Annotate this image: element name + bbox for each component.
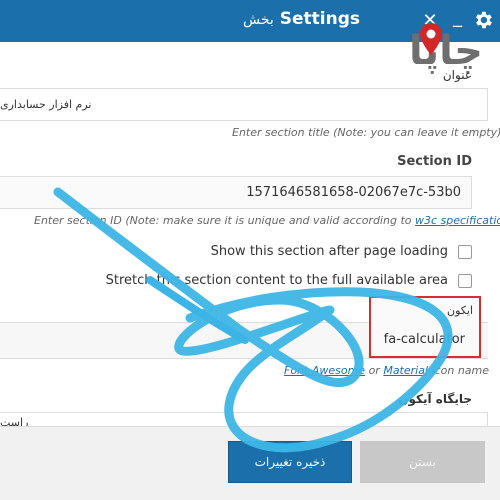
title-input-value: نرم افزار حسابداری [0, 98, 92, 111]
close-button[interactable]: بستن [360, 441, 485, 483]
stretch-content-label: Stretch this section content to the full… [105, 273, 448, 288]
title-input[interactable]: نرم افزار حسابداری [0, 88, 488, 121]
stretch-content-row: Stretch this section content to the full… [106, 273, 472, 288]
section-id-input[interactable]: 1571646581658-02067e7c-53b0 [0, 176, 472, 209]
dialog-title-fa: بخش [243, 12, 274, 28]
stretch-content-checkbox[interactable] [458, 273, 472, 288]
title-label: عنوان [442, 68, 472, 82]
dialog-title: بخش Settings [237, 9, 360, 29]
icon-position-label: جایگاه آیکون [398, 392, 472, 406]
icon-input-value: fa-calculator [383, 332, 465, 347]
save-changes-button[interactable]: ذخیره تغییرات [228, 441, 352, 483]
font-awesome-link[interactable]: Font Awesome [284, 364, 365, 377]
dialog-footer: ذخیره تغییرات بستن [0, 426, 500, 500]
icon-label: ایکون [447, 304, 473, 317]
icon-input[interactable]: ایکون fa-calculator [369, 296, 481, 358]
section-id-help: Enter section ID (Note: make sure it is … [34, 214, 500, 227]
material-link[interactable]: Material [383, 364, 428, 377]
icon-field-wrap: ایکون fa-calculator [0, 296, 488, 359]
show-after-loading-label: Show this section after page loading [210, 244, 448, 259]
icon-help-or: or [365, 364, 384, 377]
section-id-help-text: Enter section ID (Note: make sure it is … [34, 214, 412, 227]
section-id-value: 1571646581658-02067e7c-53b0 [246, 185, 461, 200]
show-after-loading-row: Show this section after page loading [211, 244, 472, 259]
icon-help: Font Awesome or Material icon name [284, 364, 489, 377]
icon-help-end: icon name [428, 364, 490, 377]
settings-form: عنوان نرم افزار حسابداری Enter section t… [0, 42, 500, 432]
title-help: Enter section title (Note: you can leave… [232, 126, 500, 139]
section-id-label: Section ID [397, 154, 472, 169]
w3c-spec-link[interactable]: w3c specification [415, 214, 500, 227]
dialog-title-text: Settings [279, 9, 360, 29]
show-after-loading-checkbox[interactable] [458, 244, 472, 259]
